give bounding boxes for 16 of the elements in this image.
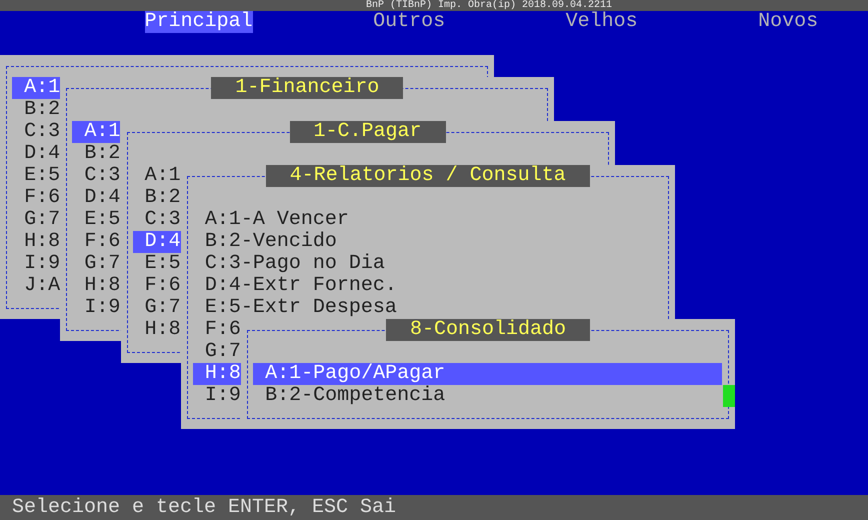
menu-item[interactable]: A:1 — [72, 121, 120, 143]
text-cursor — [723, 385, 736, 407]
menu-item[interactable]: H:8 — [192, 363, 241, 385]
menu-tab[interactable]: Outros — [373, 11, 446, 33]
window-title: 4-Relatorios / Consulta — [266, 165, 590, 187]
menu-tab[interactable]: Novos — [758, 11, 818, 33]
menu-tab[interactable]: Principal — [144, 11, 253, 33]
menu-item[interactable]: D:4 — [132, 231, 181, 253]
menu-tab[interactable]: Velhos — [566, 11, 638, 33]
app-title: BnP (TIBnP) Imp. Obra(ip) 2018.09.04.2211 — [366, 0, 612, 11]
window-title: 8-Consolidado — [386, 319, 590, 341]
menu-item[interactable]: A:1 — [12, 77, 60, 99]
status-text: Selecione e tecle ENTER, ESC Sai — [12, 496, 396, 518]
window-title: 1-C.Pagar — [290, 121, 446, 143]
window-title: 1-Financeiro — [211, 77, 404, 99]
menu-item[interactable]: A:1-Pago/APagar — [253, 363, 722, 385]
